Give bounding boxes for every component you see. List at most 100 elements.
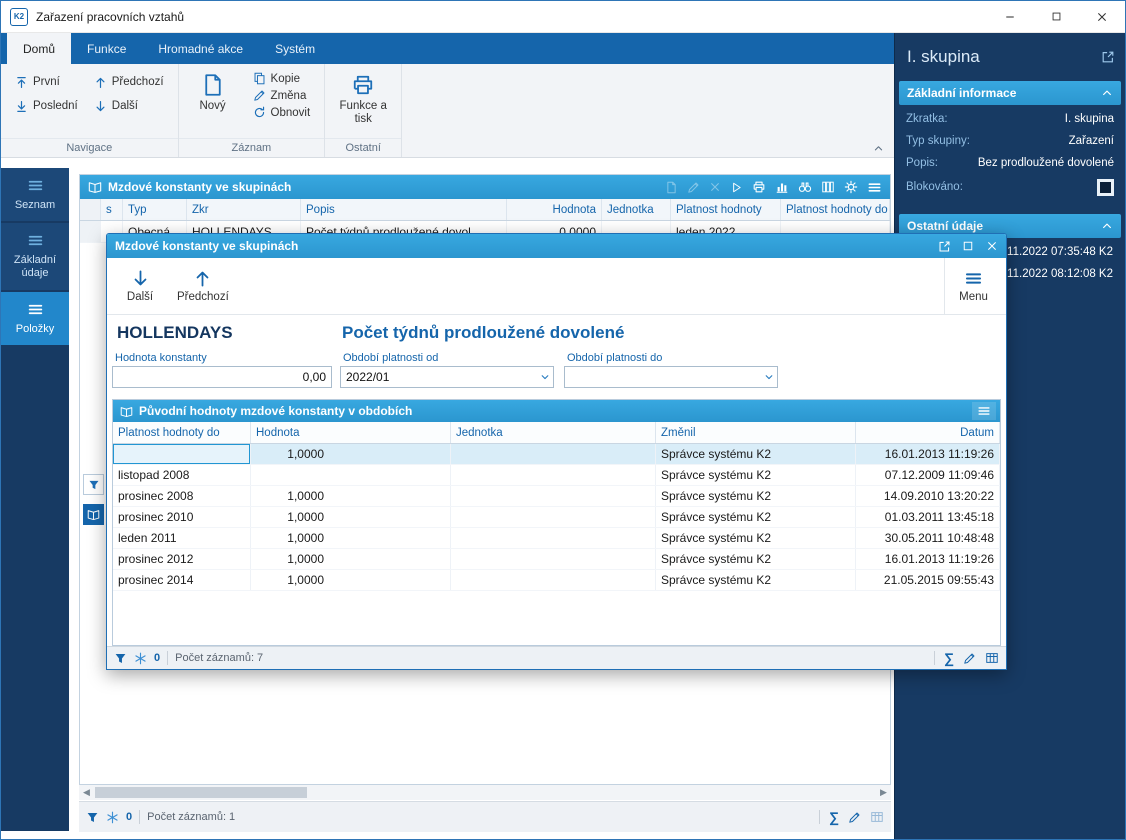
col-header-jednotka[interactable]: Jednotka [451,422,656,443]
functions-print-label: Funkce a tisk [333,100,393,126]
section-header-zakladni-informace[interactable]: Základní informace [899,81,1121,105]
chevron-up-icon [1101,220,1113,232]
menu-button[interactable]: Menu [944,258,1002,314]
edit-record-icon[interactable] [687,181,700,194]
first-button[interactable]: První [9,70,84,94]
snowflake-icon[interactable] [106,811,119,824]
edit-pencil-icon[interactable] [848,811,861,824]
tab-funkce[interactable]: Funkce [71,33,142,64]
copy-button[interactable]: Kopie [247,70,317,87]
sidebar-item-zakladni-udaje[interactable]: Základní údaje [1,223,69,289]
field-zkratka: Zkratka: I. skupina [899,108,1121,130]
tab-system[interactable]: Systém [259,33,331,64]
cell-hodnota: 1,0000 [251,486,451,506]
col-header-zkr[interactable]: Zkr [187,199,301,220]
window-controls [987,1,1125,32]
col-header-s[interactable]: s [101,199,123,220]
filter-icon[interactable] [114,652,127,665]
col-header-platnost-do[interactable]: Platnost hodnoty do [781,199,890,220]
horizontal-scrollbar[interactable]: ◀ ▶ [79,785,891,800]
col-header-platnost[interactable]: Platnost hodnoty [671,199,781,220]
dialog-title-bar[interactable]: Mzdové konstanty ve skupinách [107,234,1006,258]
print-icon[interactable] [752,180,766,194]
next-button[interactable]: Další [88,94,170,118]
sum-icon[interactable]: ∑ [944,651,954,665]
snowflake-icon[interactable] [134,652,147,665]
close-button[interactable] [1079,1,1125,32]
cell-platnost-do: prosinec 2010 [113,507,251,527]
delete-record-icon[interactable] [709,181,721,193]
gear-icon[interactable] [844,180,858,194]
previous-button[interactable]: Předchozí [88,70,170,94]
title-bar: K2 Zařazení pracovních vztahů [1,1,1125,33]
constant-value-input[interactable] [112,366,332,388]
table-row[interactable]: prosinec 2010 1,0000 Správce systému K2 … [113,507,1000,528]
sidebar-label-seznam: Seznam [15,199,55,212]
table-edit-icon[interactable] [985,651,999,665]
col-header-jednotka[interactable]: Jednotka [602,199,671,220]
ribbon-collapse-button[interactable] [873,143,884,154]
edit-pencil-icon[interactable] [963,652,976,665]
col-header-hodnota[interactable]: Hodnota [251,422,451,443]
col-header-selector [80,199,101,220]
quick-filter-button[interactable] [83,474,104,495]
col-header-datum[interactable]: Datum [856,422,1000,443]
table-row[interactable]: 1,0000 Správce systému K2 16.01.2013 11:… [113,444,1000,465]
period-from-input[interactable] [340,366,554,388]
table-row[interactable]: prosinec 2012 1,0000 Správce systému K2 … [113,549,1000,570]
table-edit-icon[interactable] [870,810,884,824]
search-binoculars-icon[interactable] [798,180,812,194]
tab-domu[interactable]: Domů [7,33,71,64]
col-header-zmenil[interactable]: Změnil [656,422,856,443]
printer-icon [351,73,375,97]
chevron-down-icon[interactable] [540,372,550,382]
book-view-button[interactable] [83,504,104,525]
maximize-button[interactable] [1033,1,1079,32]
tab-hromadne-akce[interactable]: Hromadné akce [142,33,259,64]
popout-icon[interactable] [1101,50,1115,64]
scrollbar-track[interactable] [94,785,876,800]
cell-platnost-do: leden 2011 [113,528,251,548]
new-button[interactable]: Nový [187,70,239,136]
new-record-icon[interactable] [665,181,678,194]
menu-icon [977,404,991,418]
minimize-button[interactable] [987,1,1033,32]
close-button[interactable] [982,236,1002,256]
run-icon[interactable] [730,181,743,194]
col-header-hodnota[interactable]: Hodnota [507,199,602,220]
field-label: Období platnosti do [567,352,778,364]
col-header-typ[interactable]: Typ [123,199,187,220]
table-row[interactable]: prosinec 2008 1,0000 Správce systému K2 … [113,486,1000,507]
scroll-right-arrow[interactable]: ▶ [876,785,891,800]
period-to-input[interactable] [564,366,778,388]
functions-print-button[interactable]: Funkce a tisk [333,70,393,136]
record-count: Počet záznamů: 1 [147,811,235,823]
columns-icon[interactable] [821,180,835,194]
copy-icon [253,72,266,85]
change-button[interactable]: Změna [247,87,317,104]
table-row[interactable]: listopad 2008 Správce systému K2 07.12.2… [113,465,1000,486]
app-window: K2 Zařazení pracovních vztahů Domů Funkc… [0,0,1126,840]
col-header-popis[interactable]: Popis [301,199,507,220]
scroll-left-arrow[interactable]: ◀ [79,785,94,800]
popout-button[interactable] [934,236,954,256]
filter-icon[interactable] [86,811,99,824]
chart-icon[interactable] [775,180,789,194]
scrollbar-thumb[interactable] [95,787,307,798]
col-header-platnost-do[interactable]: Platnost hodnoty do [113,422,251,443]
next-record-button[interactable]: Další [111,258,169,314]
table-row[interactable]: prosinec 2014 1,0000 Správce systému K2 … [113,570,1000,591]
maximize-button[interactable] [958,236,978,256]
section-title: Ostatní údaje [907,219,983,233]
previous-record-button[interactable]: Předchozí [169,258,237,314]
grid-menu-icon[interactable] [867,180,882,195]
table-row[interactable]: leden 2011 1,0000 Správce systému K2 30.… [113,528,1000,549]
sum-icon[interactable]: ∑ [829,810,839,824]
blocked-checkbox[interactable] [1097,179,1114,196]
refresh-button[interactable]: Obnovit [247,104,317,121]
last-button[interactable]: Poslední [9,94,84,118]
chevron-down-icon[interactable] [764,372,774,382]
sidebar-item-polozky[interactable]: Položky [1,292,69,345]
sidebar-item-seznam[interactable]: Seznam [1,168,69,221]
history-grid-menu-button[interactable] [972,402,996,420]
